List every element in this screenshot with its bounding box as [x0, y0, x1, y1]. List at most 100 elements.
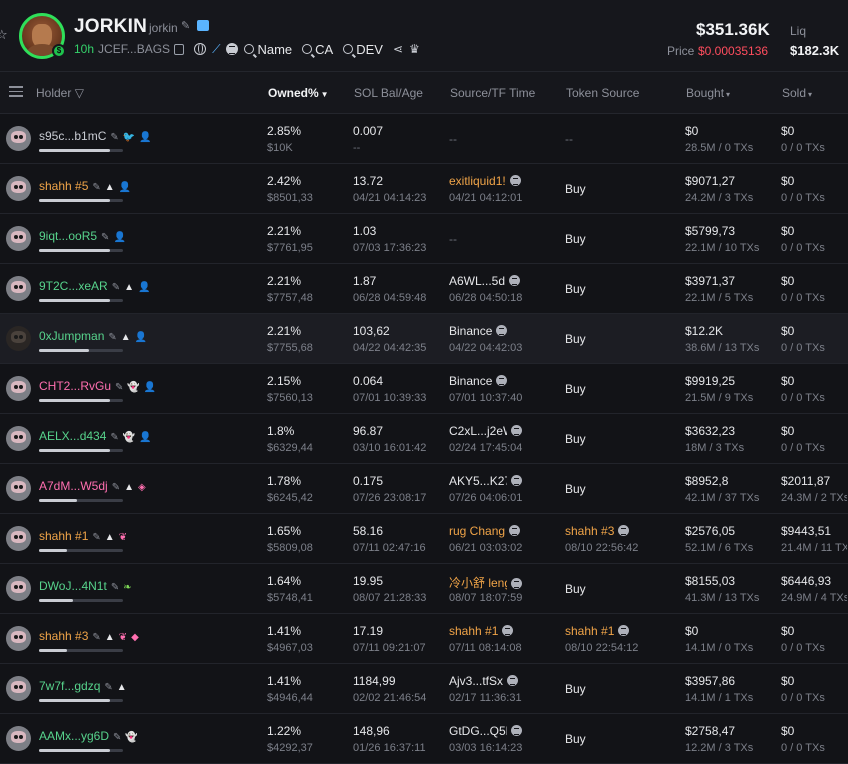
holder-avatar[interactable] [6, 676, 31, 701]
share-icon[interactable]: ⋖ [393, 42, 403, 56]
source-cell[interactable]: Binance [449, 324, 508, 338]
col-source[interactable]: Source/TF Time [450, 86, 535, 100]
filter-icon[interactable]: ▽ [71, 86, 84, 100]
col-token-source[interactable]: Token Source [566, 86, 639, 100]
source-cell[interactable]: GtDG...Q5E [449, 724, 522, 738]
holder-avatar[interactable] [6, 576, 31, 601]
holding-bar [39, 199, 123, 202]
copy-icon[interactable] [174, 43, 185, 55]
holder-name[interactable]: shahh #5 ✎ ▲ 👤 [39, 179, 131, 193]
bought-usd: $8155,03 [685, 574, 736, 588]
bought-usd: $5799,73 [685, 224, 736, 238]
token-source-cell[interactable]: shahh #1 [565, 624, 630, 638]
edit-icon[interactable]: ✎ [92, 182, 100, 193]
holder-avatar[interactable] [6, 326, 31, 351]
edit-icon[interactable]: ✎ [110, 432, 118, 443]
token-source-cell[interactable]: shahh #3 [565, 524, 630, 538]
source-cell[interactable]: exitliquid1! [449, 174, 521, 188]
feather-icon[interactable]: ⟋ [212, 42, 220, 57]
table-row[interactable]: 0xJumpman ✎ ▲ 👤 2.21% $7755,68 103,62 04/22 04:… [0, 314, 848, 364]
bought-detail: 22.1M / 5 TXs [685, 292, 754, 304]
edit-icon[interactable]: ✎ [104, 682, 112, 693]
exchange-icon [511, 425, 522, 436]
edit-icon[interactable]: ✎ [110, 132, 118, 143]
source-cell[interactable]: Ajv3...tfSx [449, 674, 519, 688]
holder-name[interactable]: 0xJumpman ✎ ▲ 👤 [39, 329, 147, 343]
table-row[interactable]: 9T2C...xeAR ✎ ▲ 👤 2.21% $7757,48 1.87 06/28 04:… [0, 264, 848, 314]
bought-usd: $0 [685, 124, 699, 138]
sliders-icon[interactable] [9, 86, 23, 98]
holder-avatar[interactable] [6, 526, 31, 551]
chat-icon[interactable] [197, 20, 209, 31]
pink-tag-icon: ◆ [131, 632, 139, 643]
source-cell[interactable]: shahh #1 [449, 624, 514, 638]
table-row[interactable]: A7dM...W5dj ✎ ▲ ◈ 1.78% $6245,42 0.175 07/26 23… [0, 464, 848, 514]
holder-name[interactable]: AELX...d434 ✎ 👻 👤 [39, 429, 152, 443]
edit-icon[interactable]: ✎ [115, 382, 123, 393]
holder-name[interactable]: DWoJ...4N1t ✎ ❧ [39, 579, 132, 593]
exchange-icon [509, 275, 521, 286]
crown-icon[interactable]: ♛ [409, 42, 420, 56]
table-row[interactable]: shahh #5 ✎ ▲ 👤 2.42% $8501,33 13.72 04/21 04:14… [0, 164, 848, 214]
holder-avatar[interactable] [6, 126, 31, 151]
col-sold[interactable]: Sold ▾ [782, 86, 812, 100]
table-row[interactable]: shahh #1 ✎ ▲ ❦ 1.65% $5809,08 58.16 07/11 02:47… [0, 514, 848, 564]
source-cell[interactable]: rug Chang [449, 524, 521, 538]
holder-name[interactable]: s95c...b1mC ✎ 🐦 👤 [39, 129, 152, 143]
edit-icon[interactable]: ✎ [101, 232, 109, 243]
source-cell[interactable]: AKY5...K27 [449, 474, 522, 488]
holder-avatar[interactable] [6, 726, 31, 751]
owned-percent: 1.78% [267, 474, 302, 488]
bought-detail: 21.5M / 9 TXs [685, 392, 754, 404]
table-row[interactable]: AELX...d434 ✎ 👻 👤 1.8% $6329,44 96.87 03/10 16:… [0, 414, 848, 464]
source-cell[interactable]: 冷小舒 leng [449, 574, 522, 591]
holder-name[interactable]: A7dM...W5dj ✎ ▲ ◈ [39, 479, 146, 493]
edit-icon[interactable]: ✎ [181, 19, 193, 32]
holder-name[interactable]: CHT2...RvGu ✎ 👻 👤 [39, 379, 156, 393]
source-cell[interactable]: A6WL...5d [449, 274, 521, 288]
holder-avatar[interactable] [6, 426, 31, 451]
source-cell[interactable]: Binance [449, 374, 508, 388]
holder-avatar[interactable] [6, 226, 31, 251]
edit-icon[interactable]: ✎ [92, 632, 100, 643]
holder-avatar[interactable] [6, 626, 31, 651]
table-row[interactable]: shahh #3 ✎ ▲ ❦ ◆ 1.41% $4967,03 17.19 07/11 09:2… [0, 614, 848, 664]
holder-avatar[interactable] [6, 176, 31, 201]
holder-name[interactable]: 9iqt...ooR5 ✎ 👤 [39, 229, 126, 243]
table-row[interactable]: AAMx...yg6D ✎ 👻 1.22% $4292,37 148,96 01/26 16… [0, 714, 848, 764]
edit-icon[interactable]: ✎ [112, 482, 120, 493]
holder-avatar[interactable] [6, 476, 31, 501]
globe-icon[interactable] [194, 43, 207, 55]
table-row[interactable]: DWoJ...4N1t ✎ ❧ 1.64% $5748,41 19.95 08/07 21:… [0, 564, 848, 614]
holder-avatar[interactable] [6, 376, 31, 401]
search-name-link[interactable]: Name [244, 42, 292, 57]
col-bought[interactable]: Bought ▾ [686, 86, 730, 100]
holder-avatar[interactable] [6, 276, 31, 301]
edit-icon[interactable]: ✎ [108, 332, 116, 343]
col-sol-bal[interactable]: SOL Bal/Age [354, 86, 423, 100]
table-row[interactable]: CHT2...RvGu ✎ 👻 👤 2.15% $7560,13 0.064 07/01 10… [0, 364, 848, 414]
green-user-icon: 👤 [138, 282, 151, 293]
col-owned[interactable]: Owned% ▼ [268, 86, 329, 100]
edit-icon[interactable]: ✎ [113, 732, 121, 743]
star-icon[interactable]: ☆ [0, 28, 10, 42]
source-cell[interactable]: C2xL...j2eW [449, 424, 522, 438]
exchange-icon[interactable] [226, 43, 239, 55]
search-ca-link[interactable]: CA [302, 42, 333, 57]
table-row[interactable]: 7w7f...gdzq ✎ ▲ 1.41% $4946,44 1184,99 02/02 2… [0, 664, 848, 714]
edit-icon[interactable]: ✎ [92, 532, 100, 543]
holder-name[interactable]: 9T2C...xeAR ✎ ▲ 👤 [39, 279, 150, 293]
table-row[interactable]: 9iqt...ooR5 ✎ 👤 2.21% $7761,95 1.03 07/03 17:3… [0, 214, 848, 264]
holder-name[interactable]: shahh #1 ✎ ▲ ❦ [39, 529, 127, 543]
col-holder[interactable]: Holder ▽ [36, 86, 84, 100]
table-row[interactable]: s95c...b1mC ✎ 🐦 👤 2.85% $10K 0.007 -- -- -- $0 28.5… [0, 114, 848, 164]
holding-bar [39, 449, 123, 452]
edit-icon[interactable]: ✎ [112, 282, 120, 293]
holder-name[interactable]: AAMx...yg6D ✎ 👻 [39, 729, 138, 743]
bought-usd: $3632,23 [685, 424, 736, 438]
holder-name[interactable]: shahh #3 ✎ ▲ ❦ ◆ [39, 629, 139, 643]
edit-icon[interactable]: ✎ [111, 582, 119, 593]
search-dev-link[interactable]: DEV [343, 42, 383, 57]
exchange-icon [511, 725, 522, 736]
holder-name[interactable]: 7w7f...gdzq ✎ ▲ [39, 679, 127, 693]
